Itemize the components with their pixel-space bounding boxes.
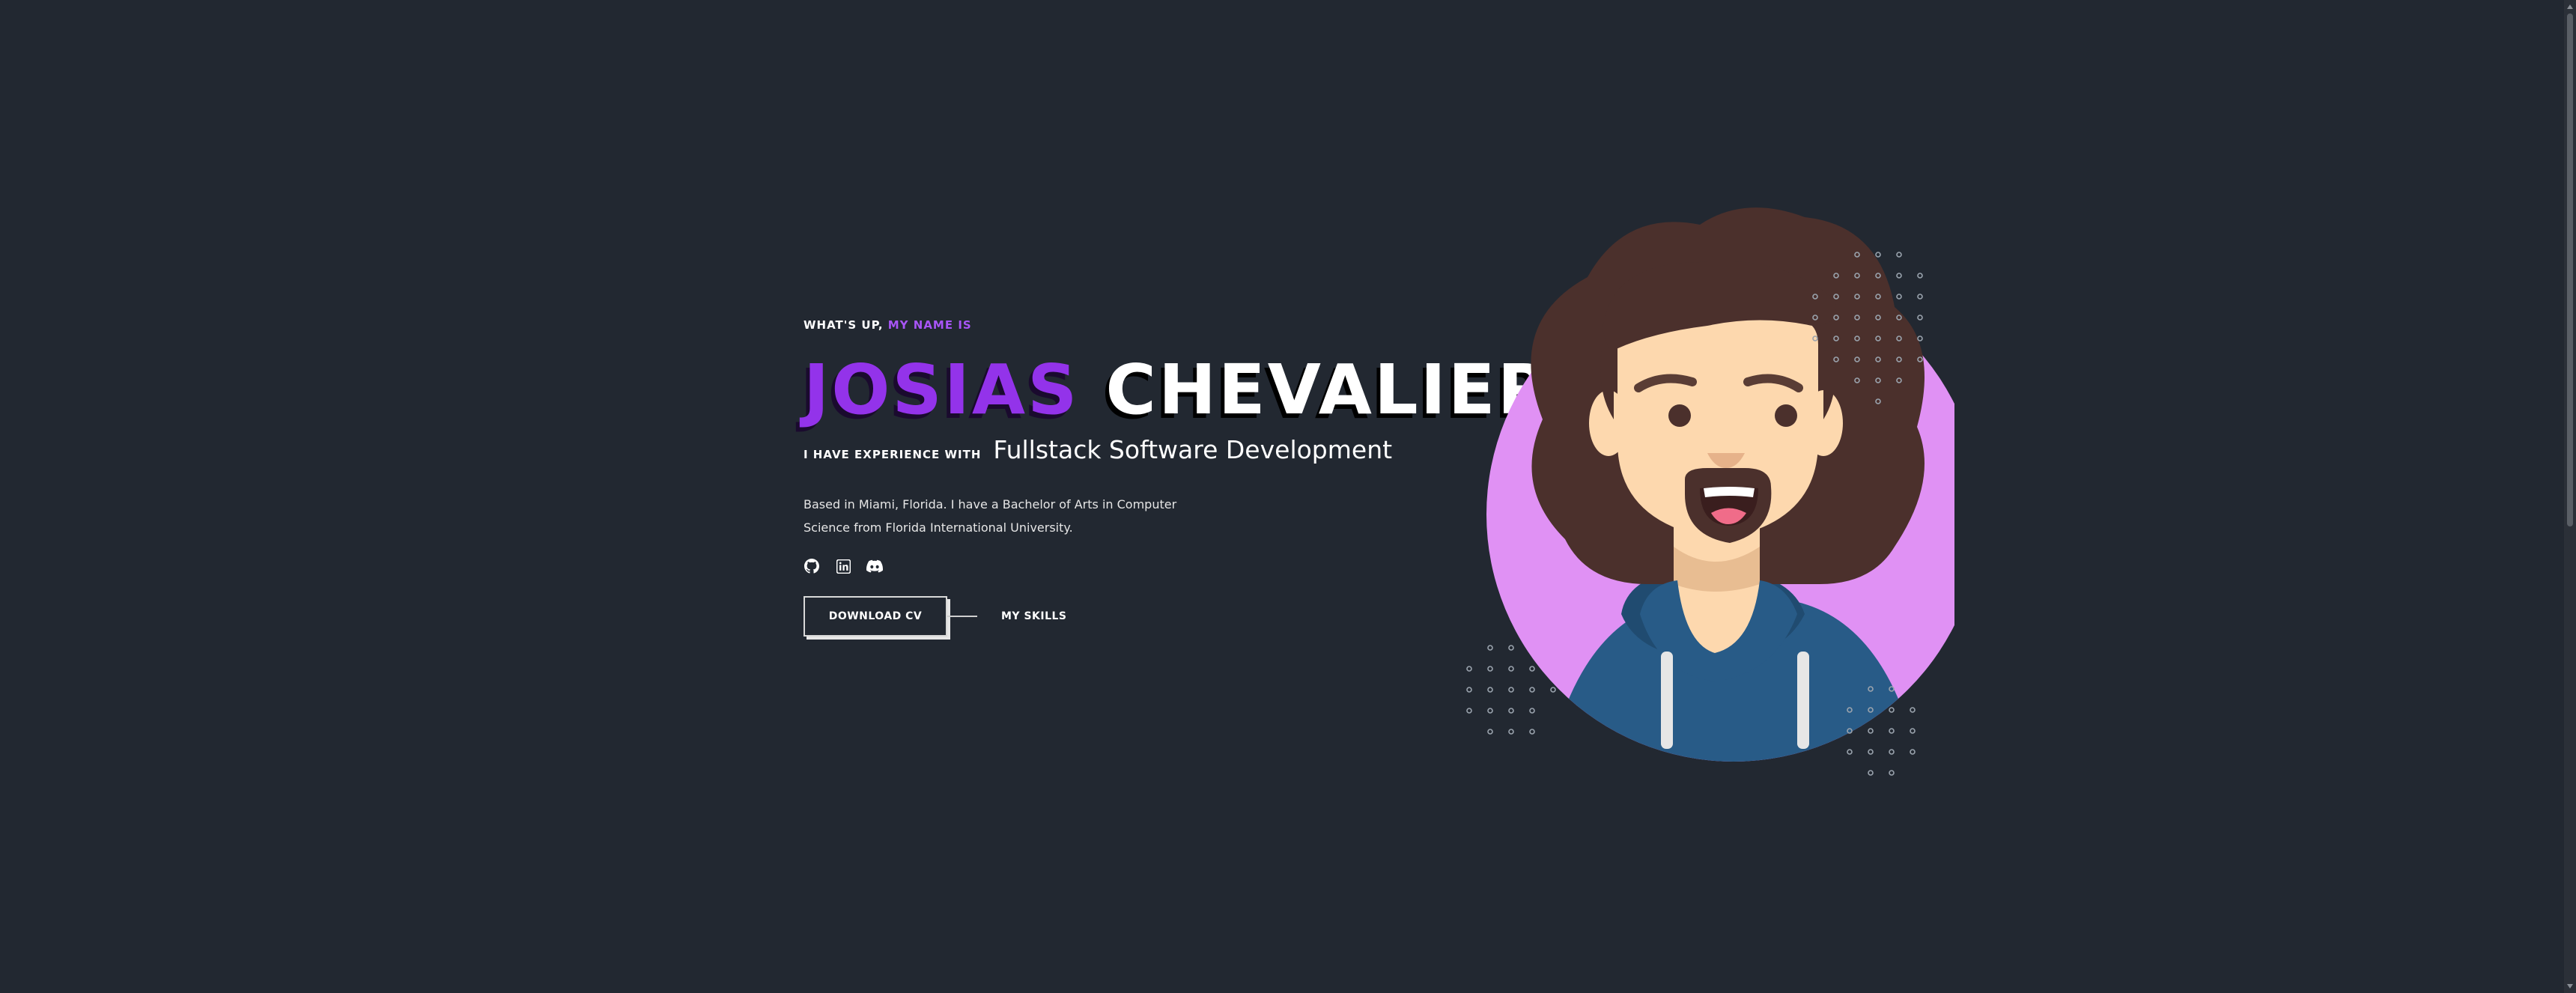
download-cv-button[interactable]: DOWNLOAD CV (804, 596, 947, 637)
social-links (804, 557, 1492, 575)
button-connector-line (947, 616, 977, 617)
avatar-svg (1466, 207, 1954, 776)
right-eye (1775, 404, 1797, 427)
experience-label: I HAVE EXPERIENCE WITH (804, 448, 982, 461)
greeting-accent: MY NAME IS (887, 318, 972, 332)
hero-section: WHAT'S UP, MY NAME IS JOSIAS CHEVALIER I… (804, 318, 1550, 637)
hoodie-string-right (1797, 652, 1809, 749)
scroll-down-icon[interactable] (2567, 984, 2573, 989)
greeting-prefix: WHAT'S UP, (804, 318, 884, 332)
scrollbar-thumb[interactable] (2567, 13, 2573, 526)
hero-actions: DOWNLOAD CV MY SKILLS (804, 595, 1492, 637)
first-name: JOSIAS (804, 350, 1080, 430)
page: WHAT'S UP, MY NAME IS JOSIAS CHEVALIER I… (0, 0, 2576, 993)
avatar-illustration (1460, 195, 1954, 794)
left-eye (1668, 404, 1691, 427)
my-skills-link[interactable]: MY SKILLS (1001, 610, 1067, 622)
discord-icon[interactable] (866, 558, 883, 574)
github-icon[interactable] (804, 558, 820, 574)
linkedin-icon[interactable] (835, 558, 851, 574)
page-scrollbar[interactable] (2564, 0, 2576, 993)
experience-line: I HAVE EXPERIENCE WITH Fullstack Softwar… (804, 435, 1492, 464)
full-name-heading: JOSIAS CHEVALIER (804, 354, 1550, 426)
experience-value: Fullstack Software Development (993, 435, 1393, 464)
scroll-up-icon[interactable] (2567, 4, 2573, 9)
greeting: WHAT'S UP, MY NAME IS (804, 318, 1492, 335)
hoodie-string-left (1661, 652, 1673, 749)
bio-text: Based in Miami, Florida. I have a Bachel… (804, 497, 1177, 535)
